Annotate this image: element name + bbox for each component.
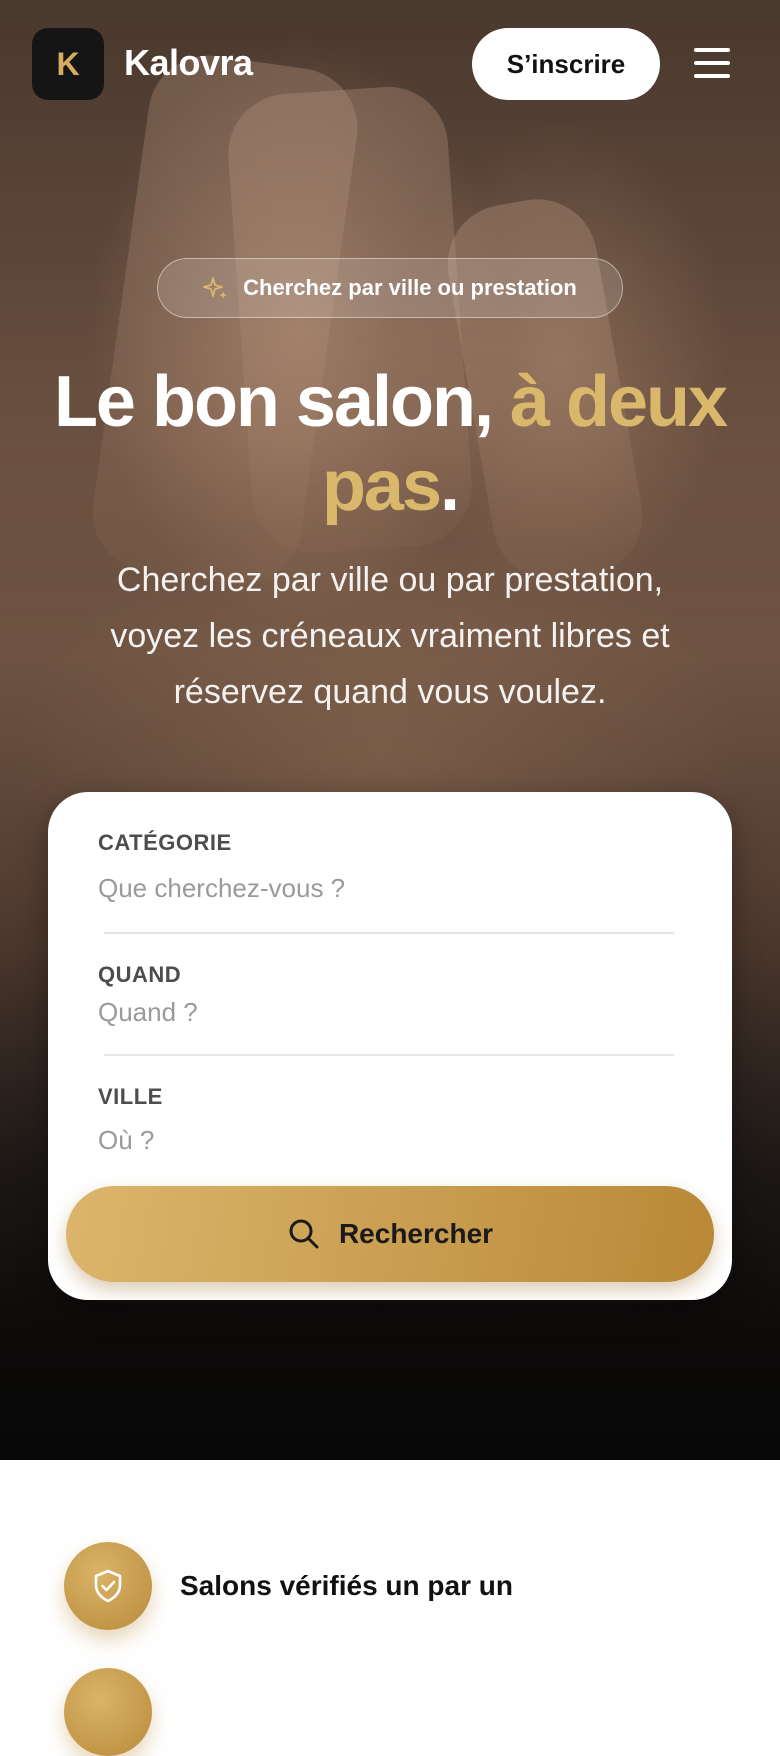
- search-button[interactable]: Rechercher: [66, 1186, 714, 1282]
- search-button-label: Rechercher: [338, 1218, 494, 1249]
- sparkle-icon: [203, 277, 228, 299]
- hero-section: K Kalovra S’inscrire Cherchez par ville …: [0, 0, 780, 1460]
- shield-check-icon: [94, 1569, 122, 1603]
- hamburger-menu-icon[interactable]: [694, 48, 730, 78]
- hero-subtitle: Cherchez par ville ou par prestation, vo…: [110, 561, 670, 711]
- category-input[interactable]: [98, 870, 658, 906]
- headline-part1: Le bon salon,: [53, 362, 510, 442]
- logo-letter: K: [56, 45, 80, 82]
- logo[interactable]: K: [32, 28, 104, 100]
- feature-icon-badge: [64, 1542, 152, 1630]
- search-card: CATÉGORIE QUAND VILLE Rechercher: [48, 792, 732, 1300]
- page-title: Le bon salon, à deux pas.: [40, 360, 740, 528]
- when-label: QUAND: [98, 962, 182, 987]
- headline-end: .: [440, 446, 460, 526]
- top-bar: K Kalovra S’inscrire: [0, 0, 780, 130]
- features-section: Salons vérifiés un par un: [0, 1460, 780, 1756]
- feature-icon-badge: [64, 1668, 152, 1756]
- divider: [104, 932, 674, 934]
- city-label: VILLE: [98, 1084, 163, 1109]
- divider: [104, 1054, 674, 1056]
- signup-button[interactable]: S’inscrire: [472, 28, 660, 100]
- brand-name[interactable]: Kalovra: [124, 42, 253, 84]
- when-input[interactable]: [98, 994, 658, 1030]
- city-input[interactable]: [98, 1122, 658, 1158]
- search-hint-pill: Cherchez par ville ou prestation: [157, 258, 623, 318]
- category-label: CATÉGORIE: [98, 830, 232, 855]
- feature-label: Salons vérifiés un par un: [180, 1570, 513, 1601]
- search-icon: [289, 1219, 319, 1249]
- pill-text: Cherchez par ville ou prestation: [243, 275, 577, 300]
